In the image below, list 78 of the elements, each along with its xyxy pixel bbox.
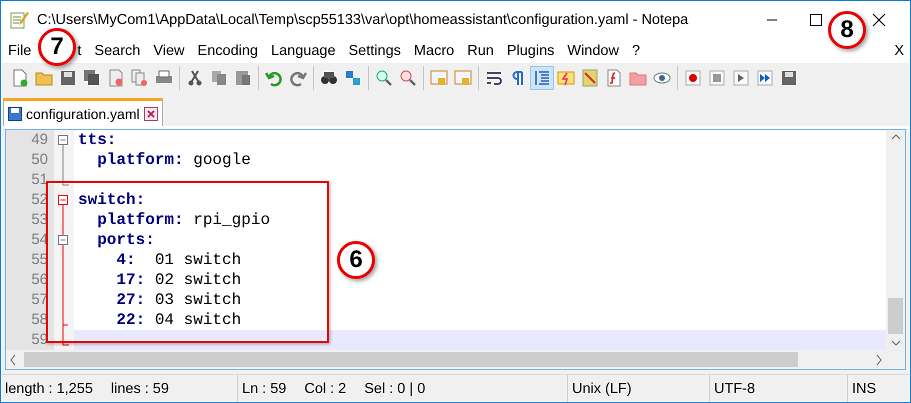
status-text: length : 1,255 xyxy=(5,380,93,396)
line-number: 54 xyxy=(6,230,54,250)
menu-item[interactable]: Language xyxy=(266,43,341,59)
scissors-icon xyxy=(186,69,204,87)
line-number: 51 xyxy=(6,170,54,190)
status-text: lines : 59 xyxy=(110,380,169,396)
status-text: INS xyxy=(852,380,876,396)
yaml-key: tts: xyxy=(78,131,116,149)
stacked-disks-icon xyxy=(83,69,101,87)
yaml-key: switch: xyxy=(78,191,146,209)
yaml-value: rpi_gpio xyxy=(192,211,270,229)
status-text: Ln : 59 xyxy=(242,380,286,396)
binoculars-icon xyxy=(320,69,338,87)
menu-item[interactable]: Encoding xyxy=(192,43,263,59)
menu-item[interactable]: Settings xyxy=(344,43,406,59)
menu-item[interactable]: View xyxy=(148,43,190,59)
stop-icon xyxy=(708,69,726,87)
fold-marker[interactable] xyxy=(54,130,74,150)
status-text: Sel : 0 | 0 xyxy=(364,380,426,396)
status-text: Col : 2 xyxy=(304,380,346,396)
window-title: C:\Users\MyCom1\AppData\Local\Temp\scp55133\var\opt\homeassistant\configuration.yaml - Notepa xyxy=(37,12,690,28)
scroll-down-icon[interactable] xyxy=(892,340,900,346)
close-document-button[interactable]: X xyxy=(894,43,904,59)
yaml-key: 22: xyxy=(78,311,146,329)
close-tab-icon[interactable] xyxy=(144,106,158,120)
close-file-icon xyxy=(107,69,125,87)
status-text: Unix (LF) xyxy=(572,380,632,396)
scroll-thumb[interactable] xyxy=(24,352,798,367)
menu-item[interactable]: Plugins xyxy=(502,43,560,59)
yaml-value: 01 switch xyxy=(154,251,242,269)
menu-item[interactable]: Run xyxy=(462,43,499,59)
vertical-scrollbar[interactable] xyxy=(886,130,905,350)
yaml-value: google xyxy=(192,151,251,169)
new-file-icon xyxy=(11,69,29,87)
yaml-key: 17: xyxy=(78,271,146,289)
yaml-key: 27: xyxy=(78,291,146,309)
scroll-thumb[interactable] xyxy=(888,298,903,334)
lightning-note-icon xyxy=(557,69,575,87)
scroll-left-icon[interactable] xyxy=(10,354,16,364)
indent-guide-icon xyxy=(533,69,551,87)
menu-item[interactable]: File xyxy=(3,43,36,59)
zoom-in-icon xyxy=(375,69,393,87)
maximize-icon xyxy=(810,14,822,26)
line-number: 50 xyxy=(6,150,54,170)
status-text: UTF-8 xyxy=(714,380,756,396)
clipboard-icon xyxy=(234,69,252,87)
zoom-out-icon xyxy=(399,69,417,87)
copy-icon xyxy=(210,69,228,87)
window-lock-icon xyxy=(430,69,448,87)
close-icon xyxy=(872,13,886,27)
yaml-key: platform: xyxy=(78,151,184,169)
yaml-key: 4: xyxy=(78,251,136,269)
yaml-value: 03 switch xyxy=(154,291,242,309)
window-lock-icon xyxy=(454,69,472,87)
yaml-key: ports: xyxy=(78,231,155,249)
undo-arrow-icon xyxy=(265,69,283,87)
line-number: 49 xyxy=(6,130,54,150)
menu-item[interactable]: ? xyxy=(626,43,646,59)
menu-item[interactable]: Window xyxy=(562,43,624,59)
scroll-up-icon[interactable] xyxy=(892,134,900,140)
word-wrap-icon xyxy=(485,69,503,87)
record-icon xyxy=(684,69,702,87)
horizontal-scrollbar[interactable] xyxy=(6,350,886,369)
scroll-right-icon[interactable] xyxy=(876,354,882,364)
map-icon xyxy=(581,69,599,87)
replace-icon xyxy=(344,69,362,87)
function-list-icon xyxy=(605,69,623,87)
file-tab[interactable]: configuration.yaml xyxy=(3,98,163,126)
close-files-icon xyxy=(131,69,149,87)
yaml-value: 04 switch xyxy=(154,311,242,329)
yaml-value: 02 switch xyxy=(154,271,242,289)
redo-arrow-icon xyxy=(289,69,307,87)
fast-forward-icon xyxy=(756,69,774,87)
notepad-icon xyxy=(9,10,29,30)
menu-item[interactable]: Search xyxy=(89,43,146,59)
menu-item[interactable]: Macro xyxy=(408,43,460,59)
play-icon xyxy=(732,69,750,87)
yaml-key: platform: xyxy=(78,211,184,229)
